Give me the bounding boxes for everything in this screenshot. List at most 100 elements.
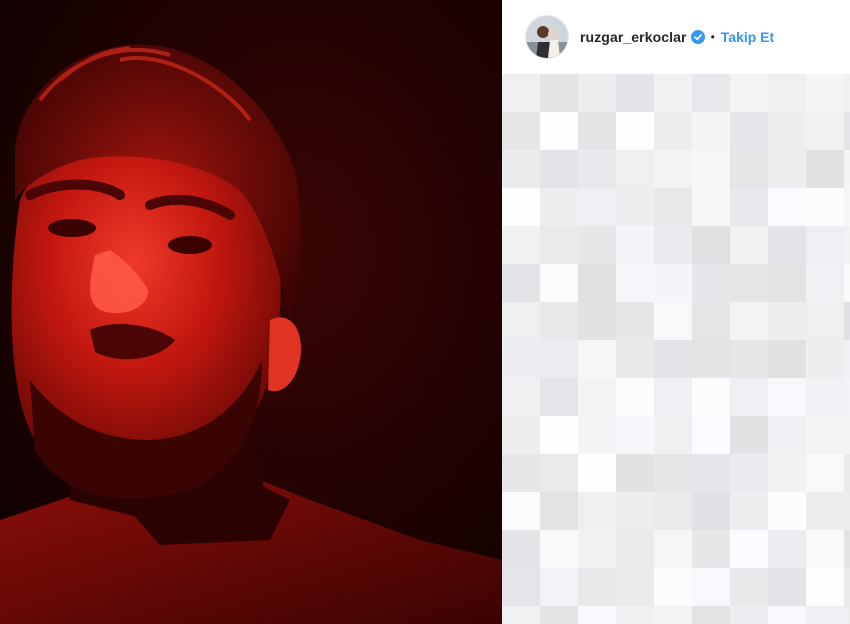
mosaic-cell — [502, 454, 540, 492]
mosaic-cell — [654, 454, 692, 492]
mosaic-cell — [768, 74, 806, 112]
mosaic-cell — [844, 606, 850, 624]
mosaic-cell — [730, 568, 768, 606]
mosaic-cell — [768, 112, 806, 150]
mosaic-cell — [578, 150, 616, 188]
avatar[interactable] — [526, 16, 568, 58]
mosaic-cell — [616, 606, 654, 624]
verified-badge-icon — [690, 30, 705, 44]
mosaic-cell — [616, 302, 654, 340]
follow-button[interactable]: Takip Et — [721, 29, 774, 45]
mosaic-cell — [616, 226, 654, 264]
mosaic-cell — [692, 530, 730, 568]
mosaic-cell — [730, 188, 768, 226]
mosaic-cell — [540, 568, 578, 606]
mosaic-cell — [540, 302, 578, 340]
mosaic-cell — [578, 530, 616, 568]
mosaic-cell — [616, 416, 654, 454]
mosaic-cell — [768, 492, 806, 530]
mosaic-cell — [578, 606, 616, 624]
mosaic-cell — [502, 226, 540, 264]
mosaic-cell — [806, 454, 844, 492]
mosaic-cell — [654, 568, 692, 606]
mosaic-cell — [844, 302, 850, 340]
mosaic-cell — [730, 378, 768, 416]
mosaic-cell — [768, 264, 806, 302]
mosaic-cell — [540, 112, 578, 150]
mosaic-cell — [616, 378, 654, 416]
mosaic-cell — [654, 340, 692, 378]
post-photo[interactable] — [0, 0, 502, 624]
mosaic-cell — [540, 264, 578, 302]
mosaic-cell — [692, 74, 730, 112]
username-link[interactable]: ruzgar_erkoclar — [580, 29, 687, 45]
mosaic-cell — [806, 568, 844, 606]
mosaic-cell — [502, 568, 540, 606]
mosaic-cell — [654, 226, 692, 264]
mosaic-cell — [692, 568, 730, 606]
mosaic-cell — [768, 226, 806, 264]
mosaic-cell — [844, 568, 850, 606]
mosaic-cell — [730, 530, 768, 568]
mosaic-cell — [540, 378, 578, 416]
mosaic-cell — [806, 150, 844, 188]
mosaic-cell — [578, 454, 616, 492]
mosaic-cell — [502, 302, 540, 340]
mosaic-cell — [654, 530, 692, 568]
mosaic-cell — [806, 606, 844, 624]
mosaic-cell — [502, 74, 540, 112]
avatar-photo-icon — [526, 16, 568, 58]
mosaic-cell — [692, 150, 730, 188]
mosaic-cell — [844, 378, 850, 416]
mosaic-cell — [578, 226, 616, 264]
mosaic-cell — [844, 74, 850, 112]
mosaic-cell — [578, 112, 616, 150]
mosaic-cell — [692, 454, 730, 492]
mosaic-cell — [692, 416, 730, 454]
mosaic-cell — [502, 378, 540, 416]
mosaic-cell — [654, 302, 692, 340]
mosaic-cell — [654, 416, 692, 454]
mosaic-cell — [616, 454, 654, 492]
mosaic-cell — [730, 492, 768, 530]
mosaic-cell — [844, 416, 850, 454]
mosaic-cell — [692, 264, 730, 302]
mosaic-cell — [502, 530, 540, 568]
mosaic-cell — [730, 150, 768, 188]
mosaic-cell — [578, 264, 616, 302]
mosaic-cell — [616, 74, 654, 112]
mosaic-cell — [654, 606, 692, 624]
mosaic-cell — [730, 112, 768, 150]
mosaic-cell — [768, 378, 806, 416]
mosaic-cell — [730, 74, 768, 112]
mosaic-cell — [578, 416, 616, 454]
mosaic-cell — [502, 112, 540, 150]
mosaic-cell — [768, 340, 806, 378]
mosaic-cell — [616, 264, 654, 302]
mosaic-cell — [540, 454, 578, 492]
mosaic-cell — [844, 188, 850, 226]
mosaic-cell — [730, 416, 768, 454]
mosaic-cell — [730, 606, 768, 624]
mosaic-cell — [616, 340, 654, 378]
mosaic-cell — [540, 492, 578, 530]
mosaic-cell — [578, 492, 616, 530]
comments-area-pixelated — [502, 74, 850, 624]
mosaic-cell — [616, 492, 654, 530]
mosaic-cell — [654, 378, 692, 416]
mosaic-cell — [502, 492, 540, 530]
mosaic-cell — [844, 112, 850, 150]
mosaic-cell — [540, 530, 578, 568]
mosaic-cell — [730, 454, 768, 492]
mosaic-cell — [540, 606, 578, 624]
mosaic-cell — [768, 568, 806, 606]
mosaic-cell — [806, 302, 844, 340]
mosaic-cell — [844, 264, 850, 302]
mosaic-cell — [578, 302, 616, 340]
mosaic-cell — [844, 454, 850, 492]
mosaic-cell — [578, 188, 616, 226]
mosaic-cell — [692, 340, 730, 378]
mosaic-cell — [654, 264, 692, 302]
mosaic-cell — [654, 492, 692, 530]
mosaic-cell — [844, 340, 850, 378]
